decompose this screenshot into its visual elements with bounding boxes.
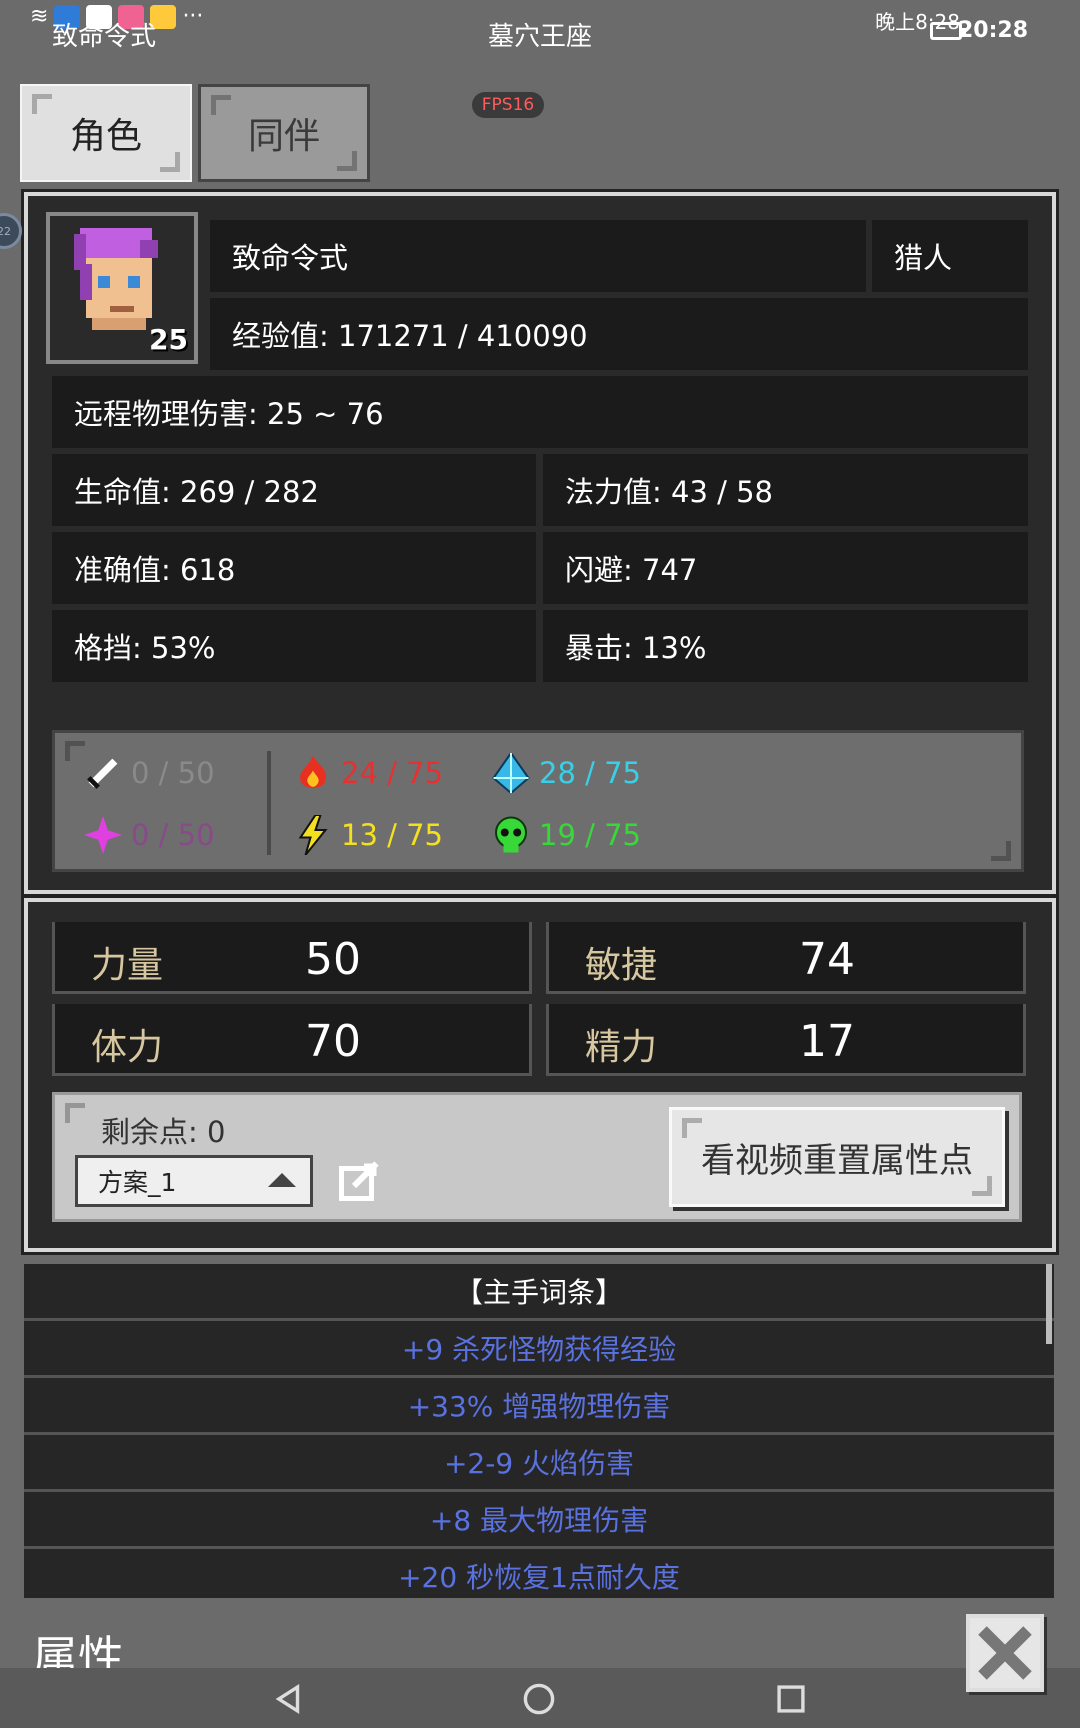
system-nav-bar	[0, 1668, 1080, 1728]
reset-button-label: 看视频重置属性点	[701, 1140, 973, 1181]
attribute-value: 70	[305, 1016, 361, 1067]
mp-stat: 法力值: 43 / 58	[543, 454, 1028, 526]
attribute-value: 17	[799, 1016, 855, 1067]
fire-resistance: 24 / 75	[293, 753, 443, 793]
recents-icon[interactable]	[774, 1682, 808, 1716]
affix-item: +33% 增强物理伤害	[24, 1378, 1054, 1435]
sword-icon	[83, 753, 123, 793]
status-bar: ≋ ··· 致命令式 墓穴王座 晚上8:28 20:28	[0, 0, 1080, 64]
attribute-label: 精力	[585, 1027, 658, 1068]
cold-resistance: 28 / 75	[491, 753, 641, 793]
affix-item: +2-9 火焰伤害	[24, 1435, 1054, 1492]
edit-plan-button[interactable]	[339, 1161, 379, 1201]
damage-stat: 远程物理伤害: 25 ~ 76	[52, 376, 1028, 448]
experience-value: 经验值: 171271 / 410090	[210, 298, 1028, 370]
resistance-value: 24 / 75	[341, 756, 444, 790]
strength-attribute: 力量 50	[52, 922, 532, 994]
frame-corner	[211, 95, 231, 115]
character-class: 猎人	[872, 220, 1028, 292]
tab-companion[interactable]: 同伴	[198, 84, 370, 182]
attribute-label: 力量	[91, 945, 164, 986]
frame-corner	[337, 151, 357, 171]
frame-corner	[682, 1118, 702, 1138]
crit-stat: 暴击: 13%	[543, 610, 1028, 682]
affix-item: +9 杀死怪物获得经验	[24, 1321, 1054, 1378]
skull-icon	[491, 815, 531, 855]
close-button[interactable]	[966, 1614, 1044, 1692]
resistance-value: 0 / 50	[131, 756, 215, 790]
resistance-box: 0 / 50 0 / 50 24 / 75 13 / 75 28 / 75 19…	[52, 730, 1024, 872]
tab-character[interactable]: 角色	[20, 84, 192, 182]
remaining-points: 剩余点: 0	[101, 1115, 226, 1149]
tab-label: 角色	[69, 116, 142, 157]
frame-corner	[32, 94, 52, 114]
divider	[267, 751, 271, 855]
frame-corner	[972, 1176, 992, 1196]
affix-item: +20 秒恢复1点耐久度	[24, 1549, 1054, 1598]
fire-icon	[293, 753, 333, 793]
magic-star-icon	[83, 815, 123, 855]
block-stat: 格挡: 53%	[52, 610, 536, 682]
ice-crystal-icon	[491, 753, 531, 793]
edit-icon	[339, 1161, 379, 1201]
evasion-stat: 闪避: 747	[543, 532, 1028, 604]
physical-resistance: 0 / 50	[83, 753, 215, 793]
hp-stat: 生命值: 269 / 282	[52, 454, 536, 526]
attribute-points-box: 剩余点: 0 方案_1 看视频重置属性点	[52, 1092, 1022, 1222]
scrollbar[interactable]	[1046, 1264, 1052, 1344]
fps-badge: FPS16	[472, 92, 544, 118]
affix-header: 【主手词条】	[24, 1264, 1054, 1321]
attribute-label: 敏捷	[585, 945, 658, 986]
character-name: 致命令式	[210, 220, 866, 292]
close-icon	[978, 1626, 1032, 1680]
clock: 20:28	[957, 18, 1028, 43]
frame-corner	[65, 1103, 85, 1123]
resistance-value: 0 / 50	[131, 818, 215, 852]
plan-select[interactable]: 方案_1	[75, 1155, 313, 1207]
resistance-value: 19 / 75	[539, 818, 642, 852]
frame-corner	[65, 741, 85, 761]
character-portrait: 25	[46, 212, 198, 364]
affix-list[interactable]: 【主手词条】 +9 杀死怪物获得经验 +33% 增强物理伤害 +2-9 火焰伤害…	[24, 1264, 1054, 1598]
accuracy-stat: 准确值: 618	[52, 532, 536, 604]
floating-assist-bubble[interactable]: 22	[0, 213, 22, 249]
resistance-value: 28 / 75	[539, 756, 642, 790]
attribute-value: 74	[799, 934, 855, 985]
stamina-attribute: 体力 70	[52, 1004, 532, 1076]
energy-attribute: 精力 17	[546, 1004, 1026, 1076]
tab-label: 同伴	[247, 116, 320, 157]
reset-attributes-button[interactable]: 看视频重置属性点	[669, 1107, 1005, 1207]
lightning-resistance: 13 / 75	[293, 815, 443, 855]
home-icon[interactable]	[522, 1682, 556, 1716]
attribute-label: 体力	[91, 1027, 164, 1068]
frame-corner	[160, 152, 180, 172]
agility-attribute: 敏捷 74	[546, 922, 1026, 994]
resistance-value: 13 / 75	[341, 818, 444, 852]
lightning-icon	[293, 815, 333, 855]
attribute-value: 50	[305, 934, 361, 985]
poison-resistance: 19 / 75	[491, 815, 641, 855]
plan-select-value: 方案_1	[98, 1168, 177, 1197]
dropdown-arrow-icon	[268, 1173, 296, 1187]
frame-corner	[991, 841, 1011, 861]
level-badge: 25	[149, 323, 188, 356]
back-icon[interactable]	[272, 1682, 306, 1716]
arcane-resistance: 0 / 50	[83, 815, 215, 855]
affix-item: +8 最大物理伤害	[24, 1492, 1054, 1549]
